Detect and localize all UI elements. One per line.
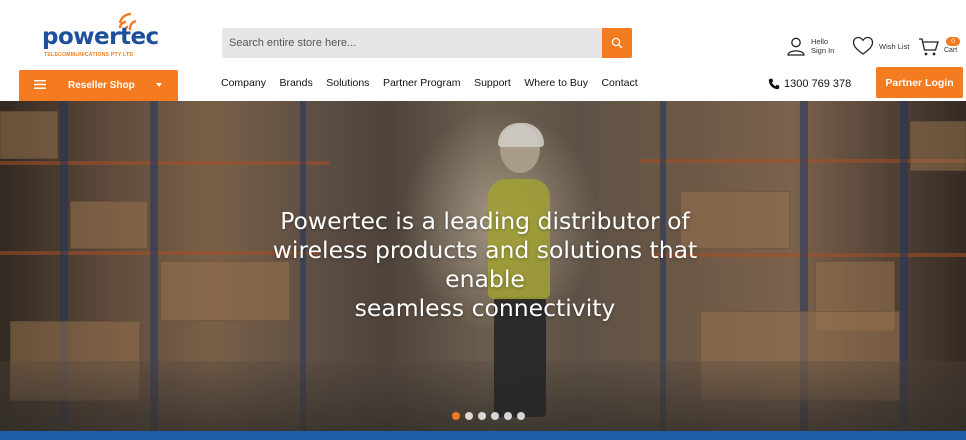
- hero-banner: Powertec is a leading distributor of wir…: [0, 101, 966, 431]
- cart-count-badge: 0: [946, 37, 960, 46]
- hero-line: seamless connectivity: [354, 294, 616, 322]
- site-header: powertec TELECOMMUNICATIONS PTY LTD Hell…: [0, 0, 966, 101]
- carousel-dot[interactable]: [478, 412, 486, 420]
- brand-name: powertec: [42, 24, 159, 50]
- brand-tagline: TELECOMMUNICATIONS PTY LTD: [44, 52, 134, 58]
- carousel-dot[interactable]: [504, 412, 512, 420]
- carousel-dot[interactable]: [517, 412, 525, 420]
- carousel-dot[interactable]: [491, 412, 499, 420]
- phone-icon: [768, 78, 780, 90]
- search-bar: [222, 28, 632, 58]
- nav-item-contact[interactable]: Contact: [601, 77, 637, 91]
- carousel-dot[interactable]: [452, 412, 460, 420]
- nav-item-partner-program[interactable]: Partner Program: [383, 77, 461, 91]
- search-icon: [611, 37, 623, 49]
- search-button[interactable]: [602, 28, 632, 58]
- search-input[interactable]: [222, 28, 602, 58]
- cart-link[interactable]: 0 Cart: [918, 36, 964, 60]
- phone-number: 1300 769 378: [784, 78, 852, 90]
- hero-line: enable: [445, 265, 525, 293]
- phone-link[interactable]: 1300 769 378: [768, 77, 851, 91]
- reseller-shop-label: Reseller Shop: [68, 80, 135, 91]
- section-divider-bar: [0, 431, 966, 440]
- user-icon: [787, 37, 805, 56]
- carousel-dots: [452, 412, 525, 420]
- carousel-dot[interactable]: [465, 412, 473, 420]
- hero-headline: Powertec is a leading distributor of wir…: [230, 207, 740, 323]
- nav-item-where-to-buy[interactable]: Where to Buy: [524, 77, 588, 91]
- hero-line: wireless products and solutions that: [272, 236, 698, 264]
- cart-icon: [919, 38, 939, 56]
- account-link[interactable]: Hello Sign In: [786, 36, 842, 58]
- hero-line: Powertec is a leading distributor of: [280, 207, 690, 235]
- reseller-shop-button[interactable]: Reseller Shop: [19, 70, 178, 101]
- account-text: Hello Sign In: [811, 37, 834, 55]
- partner-login-button[interactable]: Partner Login: [876, 67, 963, 98]
- nav-item-company[interactable]: Company: [221, 77, 266, 91]
- heart-icon: [852, 36, 874, 55]
- nav-item-brands[interactable]: Brands: [279, 77, 312, 91]
- nav-item-solutions[interactable]: Solutions: [326, 77, 369, 91]
- brand-logo[interactable]: powertec TELECOMMUNICATIONS PTY LTD: [40, 12, 159, 60]
- cart-label: Cart: [944, 47, 958, 54]
- wishlist-label: Wish List: [879, 42, 910, 51]
- main-nav: Company Brands Solutions Partner Program…: [221, 77, 651, 91]
- account-greeting: Hello: [811, 37, 829, 46]
- wishlist-link[interactable]: Wish List: [852, 36, 914, 58]
- nav-item-support[interactable]: Support: [474, 77, 511, 91]
- chevron-down-icon: [156, 83, 162, 87]
- account-sign-in: Sign In: [811, 46, 835, 55]
- menu-icon: [34, 80, 46, 89]
